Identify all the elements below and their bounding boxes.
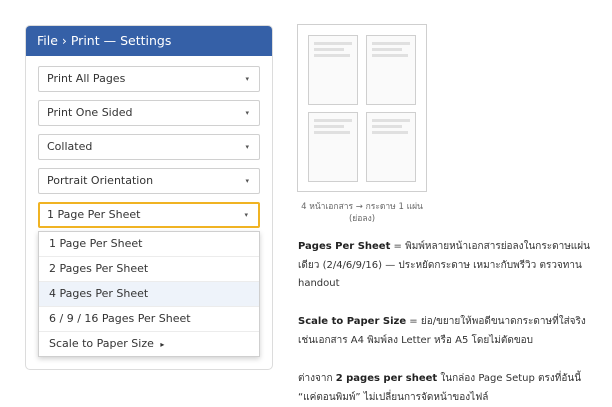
option-scale-to-paper-size[interactable]: Scale to Paper Size ▸ bbox=[39, 332, 259, 356]
chevron-down-icon: ▾ bbox=[245, 177, 249, 185]
select-value: Print All Pages bbox=[47, 72, 126, 85]
print-settings-panel: File › Print — Settings Print All Pages … bbox=[25, 25, 273, 370]
collation-select[interactable]: Collated ▾ bbox=[38, 134, 260, 160]
orientation-select[interactable]: Portrait Orientation ▾ bbox=[38, 168, 260, 194]
note-comparison: ต่างจาก 2 pages per sheet ในกล่อง Page S… bbox=[298, 370, 598, 407]
print-range-select[interactable]: Print All Pages ▾ bbox=[38, 66, 260, 92]
pages-per-sheet-preview bbox=[297, 24, 427, 192]
preview-caption: 4 หน้าเอกสาร → กระดาษ 1 แผ่น (ย่อลง) bbox=[301, 202, 423, 224]
note-scale-to-paper: Scale to Paper Size = ย่อ/ขยายให้พอดีขนา… bbox=[298, 313, 598, 350]
note-term: Scale to Paper Size bbox=[298, 316, 407, 327]
mini-page bbox=[308, 112, 358, 182]
chevron-down-icon: ▾ bbox=[245, 143, 249, 151]
option-2-pages[interactable]: 2 Pages Per Sheet bbox=[39, 257, 259, 282]
note-term: Pages Per Sheet bbox=[298, 241, 391, 252]
submenu-arrow-icon: ▸ bbox=[160, 340, 165, 349]
option-6-9-16-pages[interactable]: 6 / 9 / 16 Pages Per Sheet bbox=[39, 307, 259, 332]
option-label: Scale to Paper Size bbox=[49, 337, 154, 350]
mini-page bbox=[308, 35, 358, 105]
option-4-pages[interactable]: 4 Pages Per Sheet bbox=[39, 282, 259, 307]
mini-page bbox=[366, 35, 416, 105]
select-value: Collated bbox=[47, 140, 93, 153]
chevron-down-icon: ▾ bbox=[244, 211, 248, 219]
select-value: 1 Page Per Sheet bbox=[47, 208, 141, 221]
pages-per-sheet-dropdown: 1 Page Per Sheet 2 Pages Per Sheet 4 Pag… bbox=[38, 231, 260, 357]
panel-title: File › Print — Settings bbox=[26, 26, 272, 56]
note-pages-per-sheet: Pages Per Sheet = พิมพ์หลายหน้าเอกสารย่อ… bbox=[298, 238, 598, 294]
select-value: Print One Sided bbox=[47, 106, 133, 119]
chevron-down-icon: ▾ bbox=[245, 109, 249, 117]
note-term: 2 pages per sheet bbox=[335, 373, 438, 384]
chevron-down-icon: ▾ bbox=[245, 75, 249, 83]
option-1-page[interactable]: 1 Page Per Sheet bbox=[39, 232, 259, 257]
mini-page bbox=[366, 112, 416, 182]
select-value: Portrait Orientation bbox=[47, 174, 154, 187]
note-prefix: ต่างจาก bbox=[298, 373, 336, 384]
pages-per-sheet-select[interactable]: 1 Page Per Sheet ▾ bbox=[38, 202, 260, 228]
sides-select[interactable]: Print One Sided ▾ bbox=[38, 100, 260, 126]
